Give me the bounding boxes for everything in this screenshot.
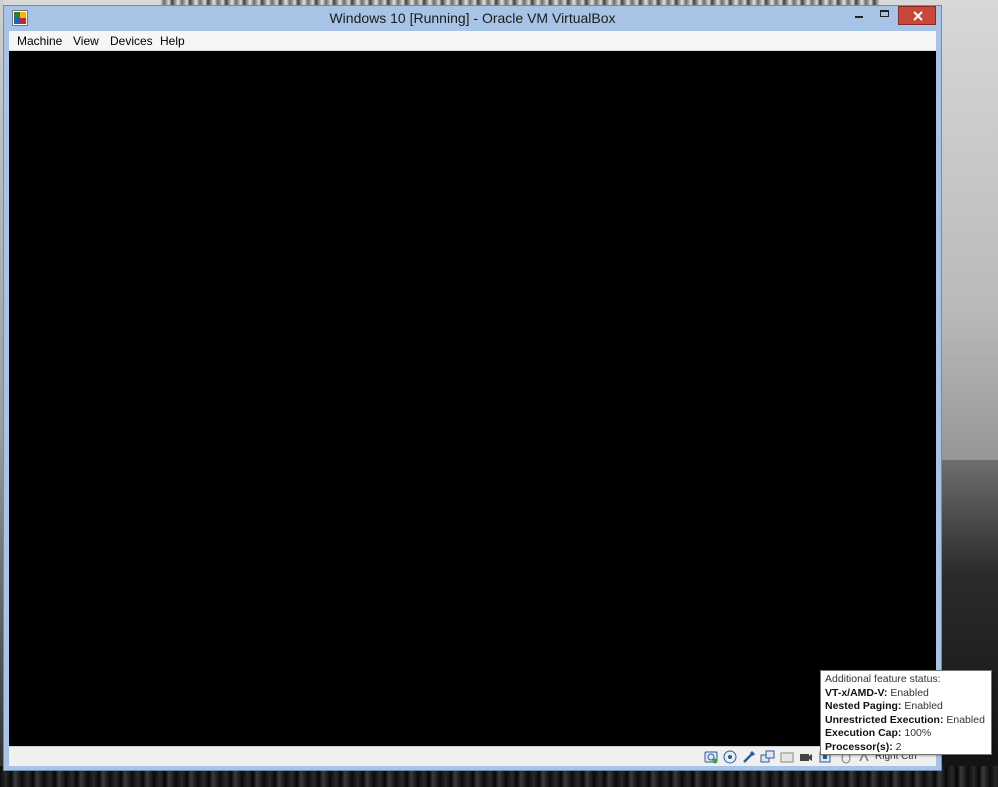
- tooltip-heading: Additional feature status:: [825, 673, 941, 685]
- menu-machine[interactable]: Machine: [17, 34, 62, 48]
- video-capture-icon[interactable]: [798, 749, 814, 765]
- guest-display[interactable]: [9, 51, 936, 746]
- status-bar: Right Ctrl: [9, 746, 936, 766]
- close-icon: [913, 11, 923, 21]
- tooltip-row: Processor(s): 2: [825, 740, 902, 753]
- tooltip-row: Nested Paging: Enabled: [825, 700, 943, 713]
- feature-status-tooltip: Additional feature status: VT-x/AMD-V: E…: [820, 670, 992, 755]
- shared-folders-icon[interactable]: [779, 749, 795, 765]
- virtualbox-window: Windows 10 [Running] - Oracle VM Virtual…: [3, 5, 942, 771]
- close-button[interactable]: [898, 6, 936, 25]
- tooltip-row: Unrestricted Execution: Enabled: [825, 713, 985, 726]
- menu-bar: Machine View Devices Help: [9, 31, 936, 51]
- title-bar[interactable]: Windows 10 [Running] - Oracle VM Virtual…: [4, 6, 941, 32]
- menu-view[interactable]: View: [73, 34, 99, 48]
- maximize-button[interactable]: [872, 6, 898, 25]
- tooltip-row: VT-x/AMD-V: Enabled: [825, 686, 929, 699]
- minimize-button[interactable]: [846, 6, 872, 25]
- window-title: Windows 10 [Running] - Oracle VM Virtual…: [329, 10, 616, 26]
- menu-devices[interactable]: Devices: [110, 34, 153, 48]
- usb-icon[interactable]: [741, 749, 757, 765]
- hard-disk-icon[interactable]: [703, 749, 719, 765]
- tooltip-row: Execution Cap: 100%: [825, 727, 932, 740]
- menu-help[interactable]: Help: [160, 34, 185, 48]
- network-icon[interactable]: [760, 749, 776, 765]
- optical-drive-icon[interactable]: [722, 749, 738, 765]
